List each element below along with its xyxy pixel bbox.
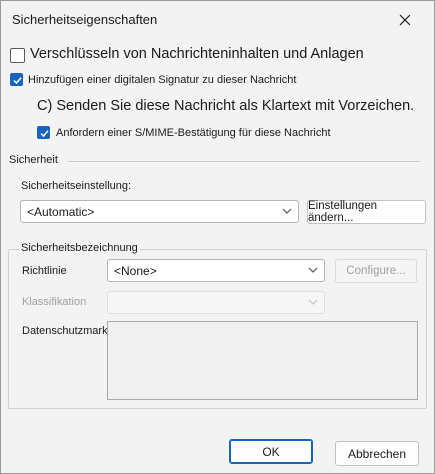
security-setting-dropdown[interactable]: <Automatic> xyxy=(20,200,299,223)
sign-checkbox[interactable] xyxy=(10,73,23,86)
encrypt-checkbox[interactable] xyxy=(10,48,25,63)
encrypt-label: Verschlüsseln von Nachrichteninhalten un… xyxy=(30,46,364,62)
security-group-rule xyxy=(68,161,420,162)
close-icon xyxy=(399,14,411,26)
cancel-button[interactable]: Abbrechen xyxy=(335,441,419,466)
sign-label: Hinzufügen einer digitalen Signatur zu d… xyxy=(28,74,297,86)
security-group-title: Sicherheit xyxy=(9,154,58,166)
window-title: Sicherheitseigenschaften xyxy=(12,12,158,27)
checkmark-icon xyxy=(40,130,49,138)
policy-dropdown[interactable]: <None> xyxy=(107,259,325,282)
privacy-mark-textarea[interactable] xyxy=(107,321,418,400)
classification-label: Klassifikation xyxy=(22,296,87,308)
chevron-down-icon xyxy=(308,267,318,273)
title-bar: Sicherheitseigenschaften xyxy=(1,1,434,39)
smime-receipt-label: Anfordern einer S/MIME-Bestätigung für d… xyxy=(56,127,331,139)
configure-button[interactable]: Configure... xyxy=(335,259,417,283)
checkmark-icon xyxy=(13,77,22,85)
chevron-down-icon xyxy=(282,208,292,214)
classification-dropdown[interactable] xyxy=(107,291,325,314)
security-setting-value: <Automatic> xyxy=(27,205,95,219)
security-properties-dialog: Sicherheitseigenschaften Verschlüsseln v… xyxy=(0,0,435,474)
policy-value: <None> xyxy=(114,264,157,278)
clear-text-label[interactable]: C) Senden Sie diese Nachricht als Klarte… xyxy=(37,98,414,114)
smime-receipt-checkbox[interactable] xyxy=(37,126,50,139)
policy-label: Richtlinie xyxy=(22,265,67,277)
security-setting-label: Sicherheitseinstellung: xyxy=(21,180,132,192)
security-label-group-title: Sicherheitsbezeichnung xyxy=(19,242,140,254)
chevron-down-icon xyxy=(308,299,318,305)
ok-button[interactable]: OK xyxy=(229,439,313,464)
change-settings-button[interactable]: Einstellungen ändern... xyxy=(307,200,426,224)
close-button[interactable] xyxy=(382,3,428,37)
